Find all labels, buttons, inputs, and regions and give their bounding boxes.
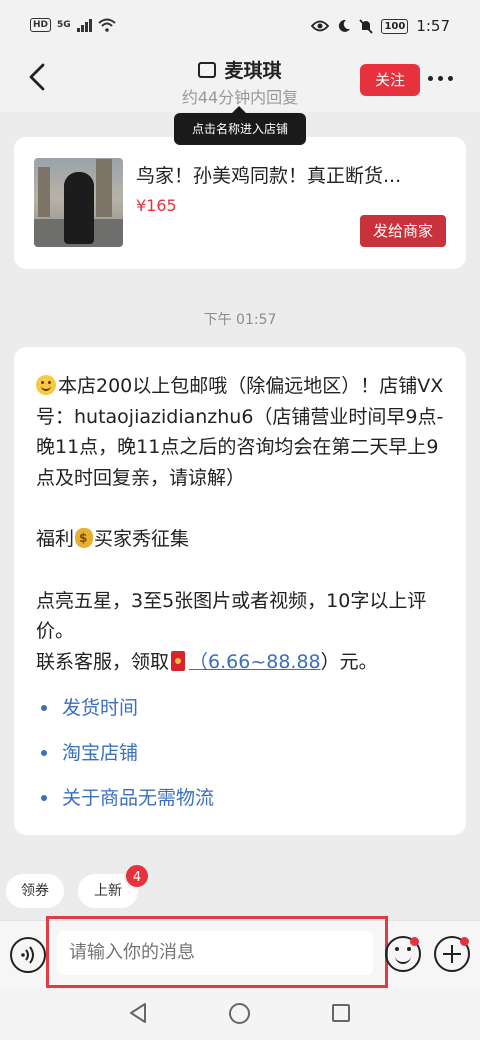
shop-name-text[interactable]: 麦琪琪 <box>224 60 281 82</box>
message-timestamp: 下午 01:57 <box>203 312 277 328</box>
red-packet-link[interactable]: （6.66~88.88 <box>189 651 321 673</box>
smile-emoji-icon <box>36 375 56 395</box>
product-card[interactable]: 鸟家！孙美鸡同款！真正断货... ¥165 发给商家 <box>14 137 466 269</box>
nav-recents-icon[interactable] <box>332 1004 350 1022</box>
shop-tooltip: 点击名称进入店铺 <box>174 106 306 145</box>
system-nav-bar <box>0 988 480 1040</box>
voice-icon[interactable] <box>10 937 46 973</box>
clock: 1:57 <box>416 17 450 35</box>
message-input[interactable] <box>57 931 373 975</box>
quick-link-no-logistics[interactable]: 关于商品无需物流 <box>36 783 444 828</box>
mute-bell-icon <box>359 18 374 34</box>
quick-link-shipping[interactable]: 发货时间 <box>36 693 444 738</box>
nav-home-icon[interactable] <box>229 1003 250 1024</box>
chat-area: 鸟家！孙美鸡同款！真正断货... ¥165 发给商家 下午 01:57 本店20… <box>0 112 480 920</box>
follow-button[interactable]: 关注 <box>360 64 420 96</box>
product-price: ¥165 <box>136 196 177 215</box>
message-para-3: 点亮五星，3至5张图片或者视频，10字以上评价。 <box>36 589 427 643</box>
message-para-2b: 买家秀征集 <box>94 528 190 550</box>
input-bar <box>0 916 480 988</box>
money-bag-icon <box>75 528 94 548</box>
message-para-1: 本店200以上包邮哦（除偏远地区）！店铺VX号：hutaojiazidianzh… <box>36 375 444 489</box>
hd-indicator: HD <box>30 18 52 32</box>
product-title[interactable]: 鸟家！孙美鸡同款！真正断货... <box>136 161 441 188</box>
seller-message: 本店200以上包邮哦（除偏远地区）！店铺VX号：hutaojiazidianzh… <box>14 347 466 835</box>
plus-notification-dot <box>460 937 469 946</box>
wifi-icon <box>98 18 116 32</box>
coupon-chip[interactable]: 领券 <box>6 874 64 908</box>
eye-icon <box>311 20 330 32</box>
message-para-4b: ）元。 <box>320 650 378 673</box>
more-options-icon[interactable] <box>428 76 453 81</box>
emoji-notification-dot <box>410 937 419 946</box>
chat-header: 麦琪琪 约44分钟内回复 关注 <box>0 52 480 112</box>
input-highlight-box <box>46 916 388 988</box>
signal-icon <box>76 18 92 32</box>
network-gen: 5G <box>57 20 71 30</box>
message-para-2a: 福利 <box>36 528 75 550</box>
message-para-4a: 联系客服，领取 <box>36 650 170 673</box>
quick-link-store[interactable]: 淘宝店铺 <box>36 738 444 783</box>
status-bar: HD 5G 100 1:57 <box>0 0 480 52</box>
battery-icon: 100 <box>381 18 409 34</box>
new-arrivals-badge: 4 <box>124 863 150 889</box>
shop-icon <box>198 62 217 78</box>
nav-back-icon[interactable] <box>128 1002 148 1024</box>
send-to-seller-button[interactable]: 发给商家 <box>360 215 446 247</box>
red-packet-icon <box>171 650 186 671</box>
product-image[interactable] <box>34 158 123 247</box>
moon-icon <box>339 19 351 32</box>
